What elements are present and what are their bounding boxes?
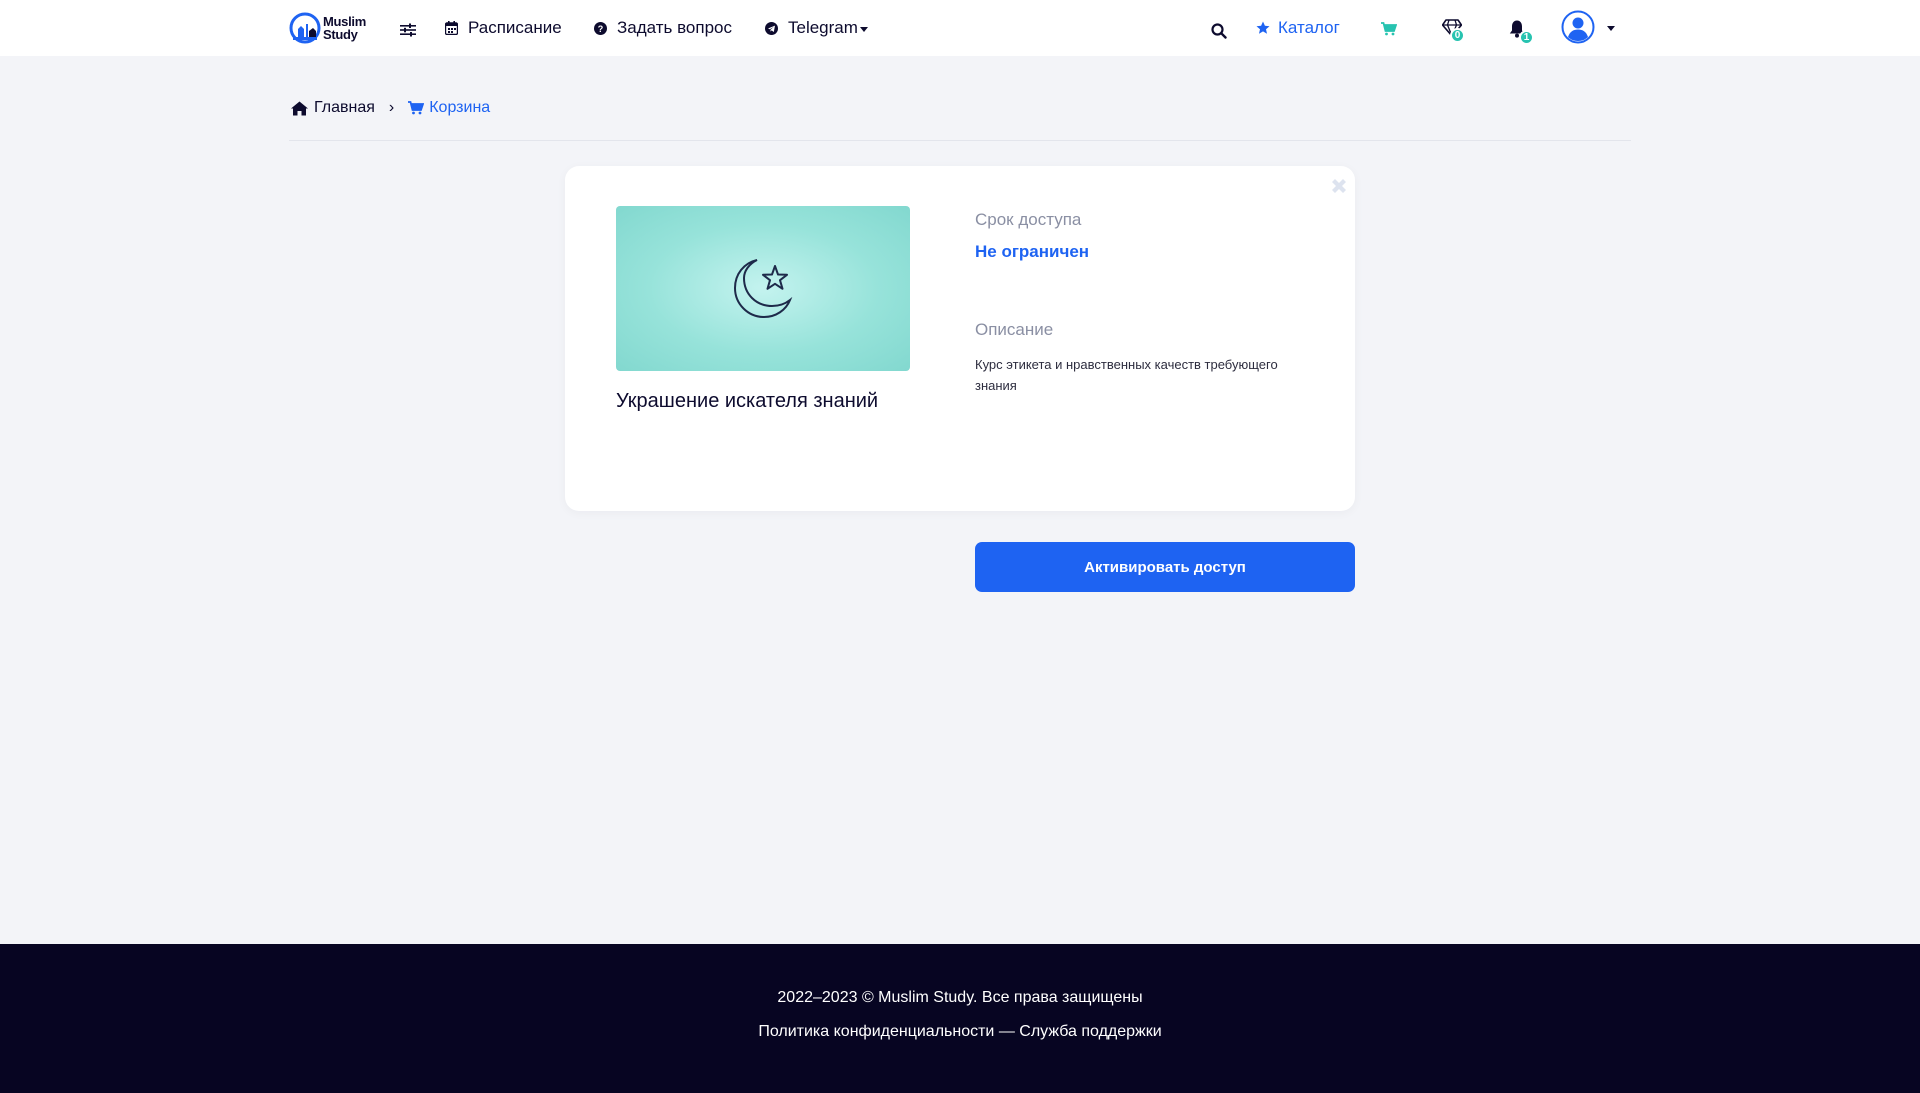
access-value: Не ограничен [975, 242, 1090, 261]
access-label: Срок доступа [975, 210, 1082, 229]
notifications-button[interactable]: 1 [1509, 17, 1535, 45]
breadcrumb-home-label: Главная [314, 99, 375, 116]
cart-item-card: Украшение искателя знаний Срок доступа Н… [565, 166, 1355, 511]
top-navbar: Muslim Study Расписание ? Задать вопрос … [0, 0, 1920, 56]
breadcrumb-separator: › [388, 99, 395, 116]
star-icon [1256, 21, 1270, 34]
nav-label-catalog: Каталог [1278, 18, 1340, 37]
breadcrumb-current-label: Корзина [429, 99, 491, 116]
nav-link-catalog[interactable]: Каталог [1256, 16, 1340, 40]
chevron-down-icon [859, 26, 868, 32]
calendar-icon [445, 21, 458, 35]
chevron-down-icon [1607, 25, 1615, 31]
gems-button[interactable]: 0 [1442, 16, 1472, 43]
cart-icon [408, 101, 425, 115]
svg-text:?: ? [598, 24, 604, 34]
remove-item-button[interactable] [1329, 176, 1349, 196]
nav-link-ask-question[interactable]: ? Задать вопрос [594, 16, 732, 40]
sliders-icon [400, 23, 416, 37]
telegram-icon [765, 21, 778, 35]
footer-copyright: 2022–2023 © Muslim Study. Все права защи… [777, 989, 1143, 1006]
search-icon [1211, 23, 1227, 39]
description-value: Курс этикета и нравственных качеств треб… [975, 357, 1278, 393]
navbar-inner: Muslim Study Расписание ? Задать вопрос … [289, 0, 1631, 56]
nav-link-schedule[interactable]: Расписание [445, 16, 562, 40]
user-avatar-icon [1561, 10, 1595, 44]
crescent-star-icon [733, 258, 793, 318]
nav-label-schedule: Расписание [468, 18, 562, 37]
search-button[interactable] [1211, 19, 1237, 43]
user-menu-dropdown[interactable] [1561, 10, 1615, 44]
close-icon [1332, 179, 1346, 193]
breadcrumb: Главная › Корзина [291, 96, 490, 120]
nav-dropdown-telegram[interactable]: Telegram [765, 16, 868, 40]
logo-line-2: Study [323, 27, 358, 42]
settings-toggle-button[interactable] [400, 18, 426, 42]
logo-text: Muslim Study [323, 15, 366, 41]
muslim-study-logo-icon [289, 12, 321, 44]
question-circle-icon: ? [594, 21, 607, 35]
cart-icon [1381, 22, 1397, 36]
course-thumbnail[interactable] [616, 206, 910, 371]
home-icon [291, 101, 308, 115]
nav-label-telegram: Telegram [788, 18, 858, 37]
notifications-count-badge: 1 [1519, 30, 1534, 45]
site-logo[interactable]: Muslim Study [289, 10, 366, 46]
page-footer: 2022–2023 © Muslim Study. Все права защи… [0, 944, 1920, 1093]
nav-label-ask: Задать вопрос [617, 18, 732, 37]
activate-access-button[interactable]: Активировать доступ [975, 542, 1355, 592]
course-title[interactable]: Украшение искателя знаний [616, 390, 878, 413]
breadcrumb-divider [289, 140, 1631, 141]
breadcrumb-current: Корзина [408, 99, 490, 117]
gems-count-badge: 0 [1450, 28, 1465, 43]
cart-button[interactable] [1381, 17, 1407, 41]
footer-links[interactable]: Политика конфиденциальности — Служба под… [0, 1023, 1920, 1041]
breadcrumb-home-link[interactable]: Главная [291, 99, 375, 117]
description-label: Описание [975, 320, 1054, 339]
